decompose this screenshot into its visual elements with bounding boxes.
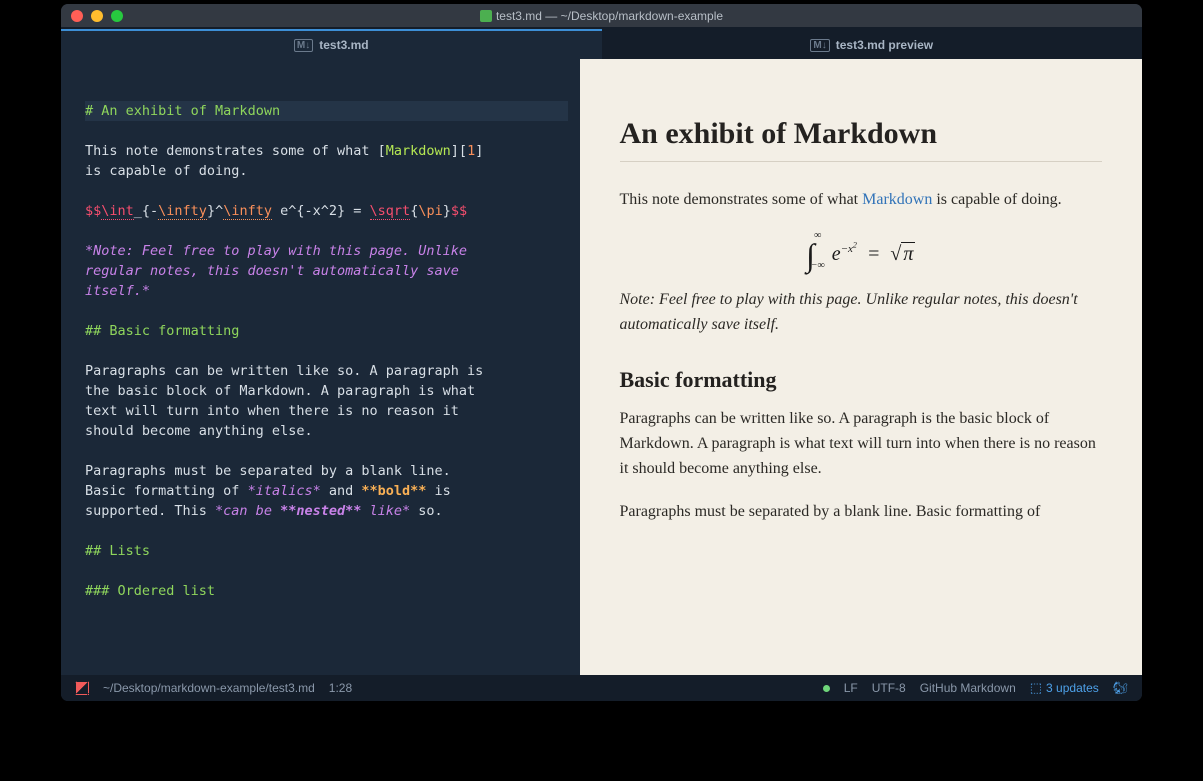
nested-strong: **nested** xyxy=(280,503,361,519)
math-display: ∫∞−∞ e−x2 = √π xyxy=(620,231,1103,268)
text: Basic formatting of xyxy=(85,483,248,499)
preview-paragraph: Paragraphs must be separated by a blank … xyxy=(620,500,1103,525)
text: should become anything else. xyxy=(85,423,313,439)
grammar[interactable]: GitHub Markdown xyxy=(920,681,1016,695)
editor-content[interactable]: # An exhibit of Markdown This note demon… xyxy=(85,101,568,601)
editor-pane[interactable]: # An exhibit of Markdown This note demon… xyxy=(61,59,580,675)
status-ok-icon[interactable] xyxy=(823,685,830,692)
text: is capable of doing. xyxy=(85,163,248,179)
text: text will turn into when there is no rea… xyxy=(85,403,459,419)
strong: **bold** xyxy=(361,483,426,499)
preview-paragraph: This note demonstrates some of what Mark… xyxy=(620,188,1103,213)
preview-paragraph: Paragraphs can be written like so. A par… xyxy=(620,407,1103,481)
package-icon: ⬚ xyxy=(1030,680,1042,696)
zoom-icon[interactable] xyxy=(111,10,123,22)
file-path[interactable]: ~/Desktop/markdown-example/test3.md xyxy=(103,681,315,695)
emphasis: itself.* xyxy=(85,283,150,299)
split-panes: # An exhibit of Markdown This note demon… xyxy=(61,59,1142,675)
preview-h1: An exhibit of Markdown xyxy=(620,117,1103,162)
markdown-icon: M↓ xyxy=(810,39,829,52)
text: supported. This xyxy=(85,503,215,519)
emphasis: *italics* xyxy=(248,483,321,499)
markdown-link[interactable]: Markdown xyxy=(862,191,932,208)
h1-marker: # xyxy=(85,103,101,119)
h1-text: An exhibit of Markdown xyxy=(101,103,280,119)
markdown-icon: M↓ xyxy=(294,39,313,52)
updates-button[interactable]: ⬚ 3 updates xyxy=(1030,680,1099,696)
math-delim: $$ xyxy=(85,203,101,219)
editor-window: test3.md — ~/Desktop/markdown-example M↓… xyxy=(61,4,1142,701)
tex-cmd: \sqrt xyxy=(370,203,411,220)
link-ref: 1 xyxy=(467,143,475,159)
titlebar[interactable]: test3.md — ~/Desktop/markdown-example xyxy=(61,4,1142,27)
h2-text: ## Basic formatting xyxy=(85,323,239,339)
tex-pi: \pi xyxy=(418,203,442,219)
tex-infty: \infty xyxy=(158,203,207,220)
preview-note: Note: Feel free to play with this page. … xyxy=(620,288,1103,338)
encoding[interactable]: UTF-8 xyxy=(872,681,906,695)
tex-cmd: \int xyxy=(101,203,134,220)
window-title: test3.md — ~/Desktop/markdown-example xyxy=(61,9,1142,23)
emphasis: *Note: Feel free to play with this page.… xyxy=(85,243,467,259)
math-delim: $$ xyxy=(451,203,467,219)
tab-preview[interactable]: M↓ test3.md preview xyxy=(602,29,1143,59)
h3-text: ### Ordered list xyxy=(85,583,215,599)
preview-h2: Basic formatting xyxy=(620,367,1103,393)
traffic-lights xyxy=(71,10,123,22)
status-bar: ~/Desktop/markdown-example/test3.md 1:28… xyxy=(61,675,1142,701)
tab-label: test3.md preview xyxy=(836,38,933,52)
h2-text: ## Lists xyxy=(85,543,150,559)
markdown-file-icon xyxy=(480,10,492,22)
squirrel-icon[interactable]: 🐿 xyxy=(1113,681,1128,695)
cursor-position[interactable]: 1:28 xyxy=(329,681,352,695)
window-title-text: test3.md — ~/Desktop/markdown-example xyxy=(496,9,723,23)
tab-source[interactable]: M↓ test3.md xyxy=(61,29,602,59)
minimize-icon[interactable] xyxy=(91,10,103,22)
tex-infty: \infty xyxy=(223,203,272,220)
preview-pane[interactable]: An exhibit of Markdown This note demonst… xyxy=(580,59,1143,675)
text: This note demonstrates some of what xyxy=(85,143,378,159)
file-modified-icon[interactable] xyxy=(75,681,89,695)
text: the basic block of Markdown. A paragraph… xyxy=(85,383,475,399)
tab-label: test3.md xyxy=(319,38,368,52)
emphasis: regular notes, this doesn't automaticall… xyxy=(85,263,459,279)
line-ending[interactable]: LF xyxy=(844,681,858,695)
text: Paragraphs can be written like so. A par… xyxy=(85,363,483,379)
link-text: Markdown xyxy=(386,143,451,159)
close-icon[interactable] xyxy=(71,10,83,22)
emphasis: *can be xyxy=(215,503,280,519)
text: Paragraphs must be separated by a blank … xyxy=(85,463,451,479)
tab-bar: M↓ test3.md M↓ test3.md preview xyxy=(61,27,1142,59)
